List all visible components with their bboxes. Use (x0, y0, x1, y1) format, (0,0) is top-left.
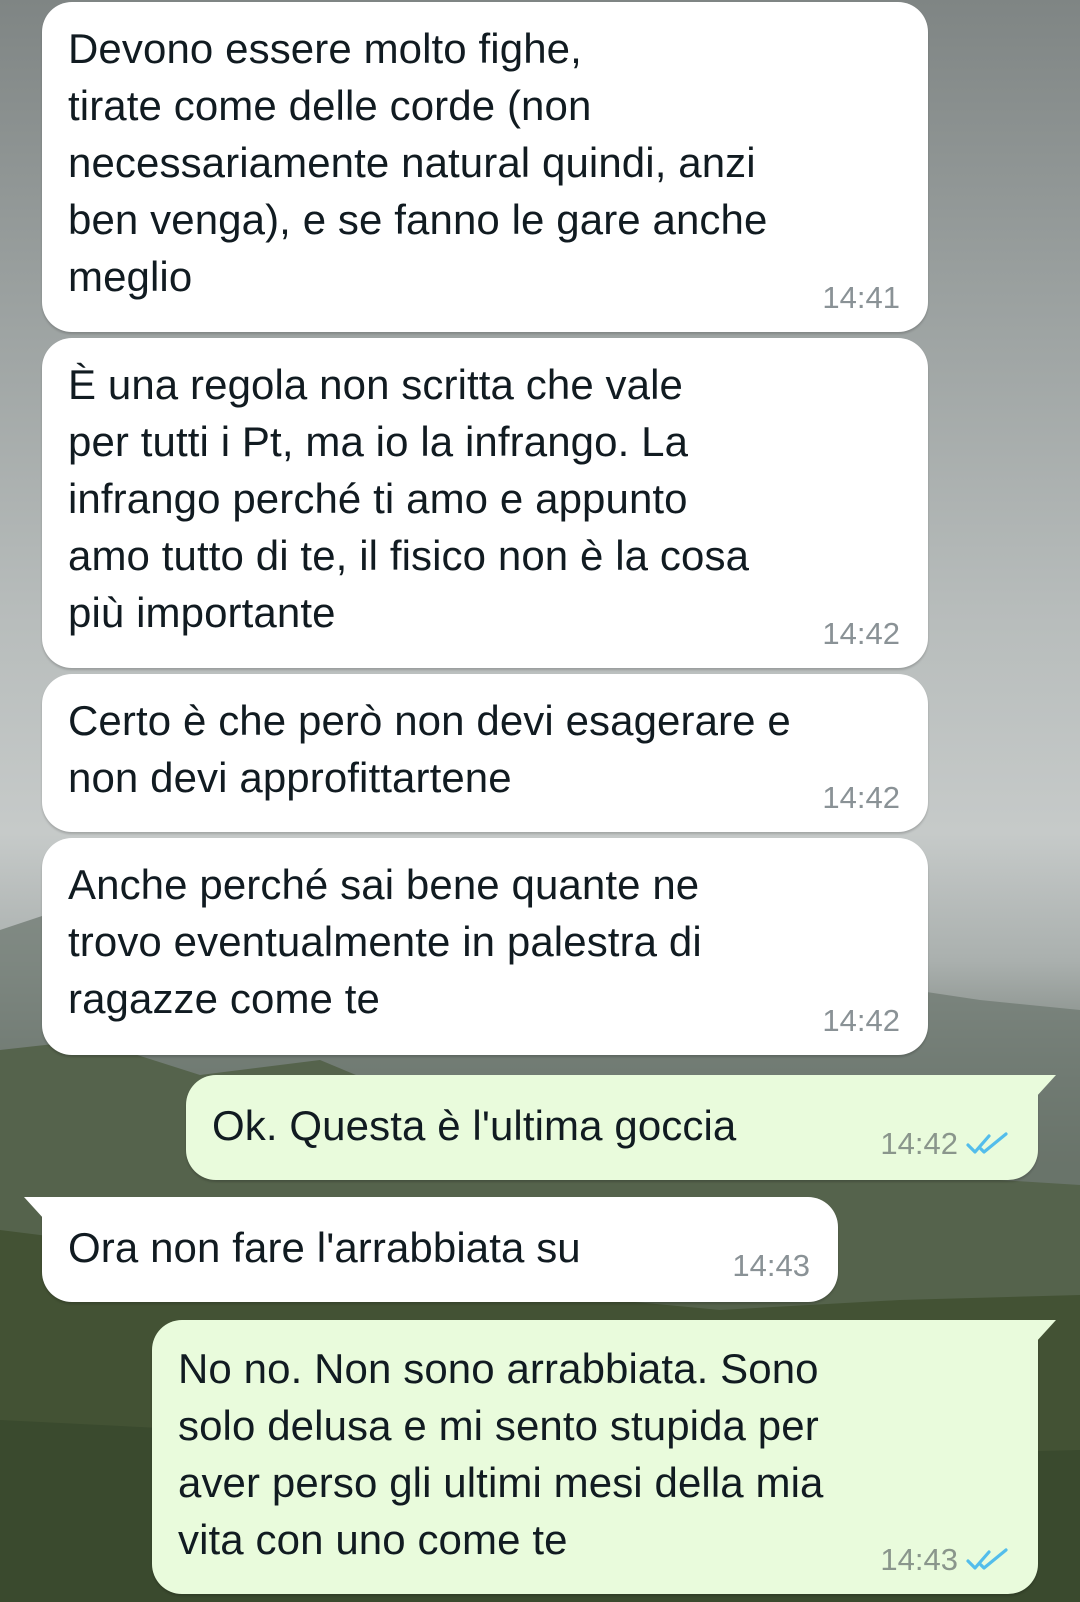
incoming-message-bubble[interactable]: Ora non fare l'arrabbiata su 14:43 (24, 1197, 838, 1302)
bubble-tail (24, 1197, 44, 1219)
message-text: Ok. Questa è l'ultima goccia (212, 1102, 737, 1149)
message-text: È una regola non scritta che vale per tu… (68, 361, 750, 636)
message-text: Devono essere molto fighe, tirate come d… (68, 25, 768, 300)
incoming-message-bubble[interactable]: Devono essere molto fighe, tirate come d… (42, 2, 928, 332)
outgoing-message-bubble[interactable]: No no. Non sono arrabbiata. Sono solo de… (152, 1320, 1056, 1594)
message-time: 14:42 (822, 780, 900, 815)
message-text: No no. Non sono arrabbiata. Sono solo de… (178, 1345, 824, 1563)
message-time: 14:43 (880, 1542, 958, 1577)
double-check-read-icon (966, 1132, 1010, 1156)
message-time: 14:43 (732, 1248, 810, 1283)
incoming-message-bubble[interactable]: Anche perché sai bene quante ne trovo ev… (42, 838, 928, 1055)
message-meta: 14:42 (822, 616, 900, 652)
message-list[interactable]: Devono essere molto fighe, tirate come d… (0, 0, 1080, 1602)
message-text: Certo è che però non devi esagerare e no… (68, 697, 791, 801)
bubble-tail (1036, 1075, 1056, 1097)
double-check-read-icon (966, 1548, 1010, 1572)
bubble-tail (1036, 1320, 1056, 1342)
message-time: 14:41 (822, 280, 900, 315)
message-text: Anche perché sai bene quante ne trovo ev… (68, 861, 702, 1022)
message-time: 14:42 (822, 616, 900, 651)
message-meta: 14:43 (880, 1542, 1010, 1578)
incoming-message-bubble[interactable]: È una regola non scritta che vale per tu… (42, 338, 928, 668)
outgoing-message-bubble[interactable]: Ok. Questa è l'ultima goccia 14:42 (186, 1075, 1056, 1180)
message-meta: 14:41 (822, 280, 900, 316)
message-meta: 14:42 (822, 1003, 900, 1039)
incoming-message-bubble[interactable]: Certo è che però non devi esagerare e no… (42, 674, 928, 832)
message-meta: 14:42 (822, 780, 900, 816)
message-meta: 14:43 (732, 1248, 810, 1284)
message-meta: 14:42 (880, 1126, 1010, 1162)
message-time: 14:42 (822, 1003, 900, 1038)
message-text: Ora non fare l'arrabbiata su (68, 1224, 581, 1271)
message-time: 14:42 (880, 1126, 958, 1161)
